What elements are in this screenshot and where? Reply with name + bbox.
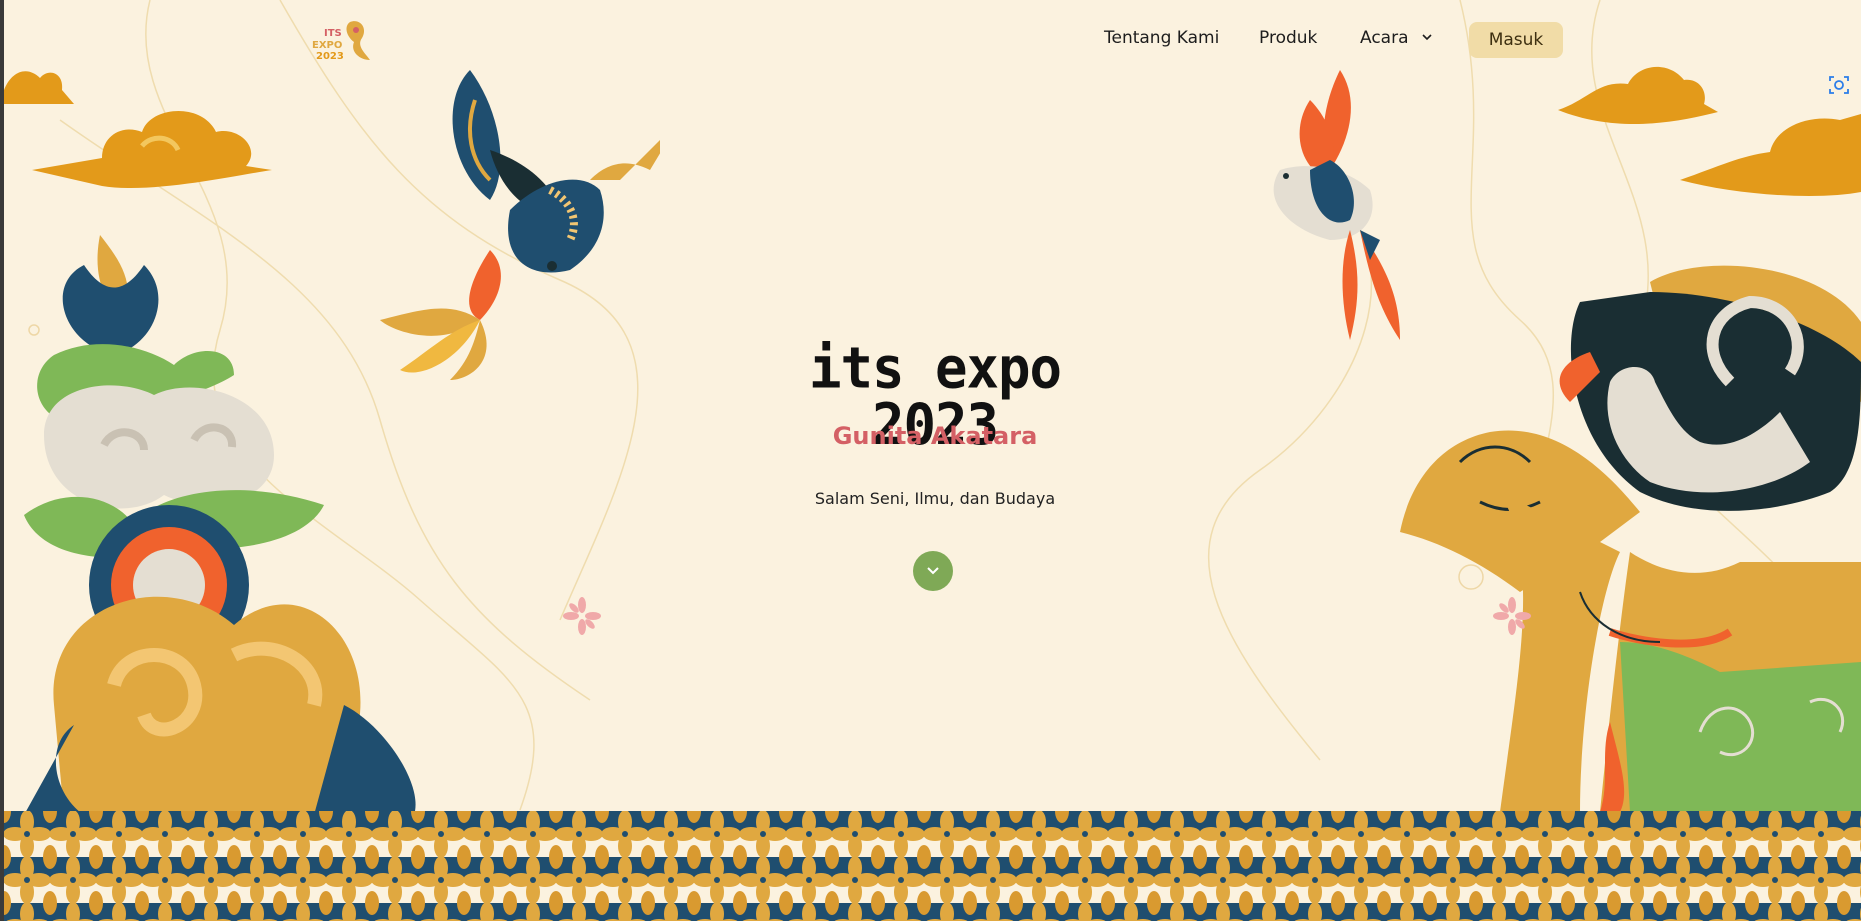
nav-link-label: Tentang Kami	[1104, 28, 1220, 48]
bird-left	[380, 70, 660, 380]
svg-text:ITS: ITS	[324, 28, 342, 39]
its-expo-logo[interactable]: ITS EXPO 2023	[310, 16, 374, 64]
cloud-left-2	[32, 110, 272, 189]
nav-link-produk[interactable]: Produk	[1259, 28, 1317, 48]
login-button[interactable]: Masuk	[1469, 22, 1563, 58]
pink-flower-right	[1493, 597, 1531, 635]
floral-ornament-left	[24, 235, 416, 815]
hero-subtitle: Gunita Akatara	[832, 422, 1038, 450]
svg-text:EXPO: EXPO	[312, 40, 342, 51]
pink-flower-left	[563, 597, 601, 635]
bird-right	[1273, 70, 1400, 340]
batik-pattern-band	[4, 811, 1861, 921]
nav-link-label: Acara	[1360, 28, 1409, 48]
scroll-down-button[interactable]	[913, 551, 953, 591]
chevron-down-icon	[927, 567, 939, 575]
nav-link-acara-dropdown[interactable]: Acara	[1360, 28, 1432, 48]
hero-tagline: Salam Seni, Ilmu, dan Budaya	[814, 489, 1056, 508]
cloud-right-2	[1680, 114, 1861, 196]
screenshot-tool-icon[interactable]	[1828, 74, 1850, 96]
landing-page: ITS EXPO 2023 Tentang Kami Produk Acara …	[0, 0, 1861, 921]
nav-link-label: Produk	[1259, 28, 1318, 48]
navbar: ITS EXPO 2023 Tentang Kami Produk Acara …	[0, 0, 1861, 94]
nav-link-tentang-kami[interactable]: Tentang Kami	[1104, 28, 1219, 48]
chevron-down-icon	[1422, 34, 1432, 41]
svg-text:2023: 2023	[316, 51, 344, 62]
wayang-figure-right	[1400, 265, 1861, 812]
